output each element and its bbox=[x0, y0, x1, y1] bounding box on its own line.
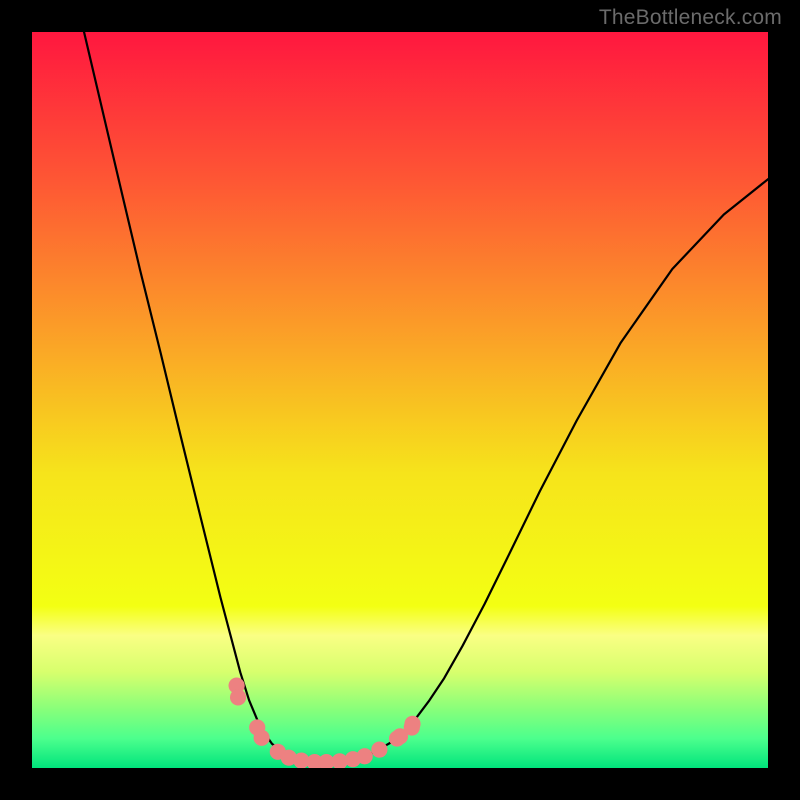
watermark-text: TheBottleneck.com bbox=[599, 6, 782, 30]
curve-marker bbox=[230, 689, 246, 705]
chart-background bbox=[32, 32, 768, 768]
curve-marker bbox=[371, 742, 387, 758]
chart-svg bbox=[32, 32, 768, 768]
curve-marker bbox=[357, 748, 373, 764]
chart-frame: TheBottleneck.com bbox=[0, 0, 800, 800]
curve-marker bbox=[254, 730, 270, 746]
curve-marker bbox=[404, 716, 420, 732]
chart-plot-area bbox=[32, 32, 768, 768]
